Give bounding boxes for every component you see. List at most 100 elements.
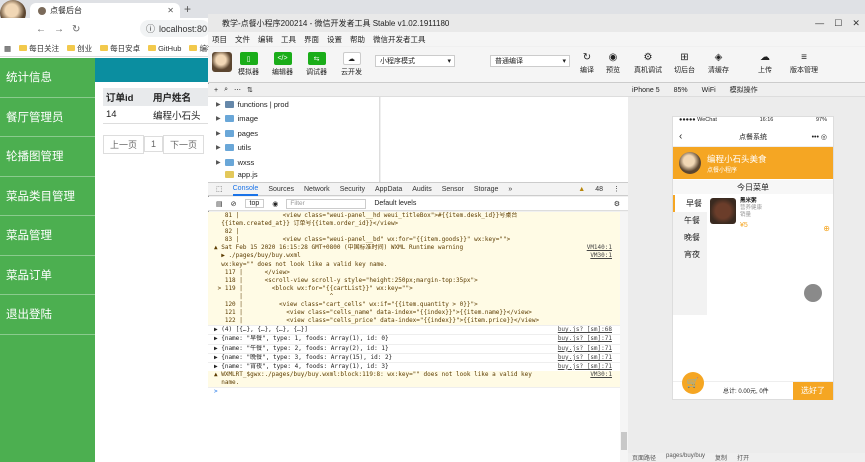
more-icon[interactable]: ⋯	[234, 86, 241, 94]
menu-tools[interactable]: 工具	[281, 34, 296, 45]
clear-cache-button[interactable]: ◈ 清缓存	[708, 52, 729, 75]
new-tab-icon[interactable]: +	[184, 2, 191, 16]
console-line[interactable]: ▶ {name: "宵夜", type: 4, foods: Array(1),…	[208, 361, 620, 371]
editor-area[interactable]	[381, 97, 628, 182]
compile-button[interactable]: ↻ 编译	[580, 52, 594, 75]
console-line[interactable]: | ^	[208, 292, 620, 302]
console-line[interactable]: ▶ ./pages/buy/buy.wxml VM30:1	[208, 252, 620, 261]
browser-tab[interactable]: 点餐后台 ✕	[30, 3, 180, 18]
filter-input[interactable]: Filter	[286, 198, 367, 209]
bookmark-item[interactable]: GitHub	[148, 44, 181, 53]
console-line[interactable]: wx:key="" does not look like a valid key…	[208, 260, 620, 269]
inspect-icon[interactable]: ⬚	[216, 185, 223, 193]
upload-button[interactable]: ☁ 上传	[758, 52, 772, 75]
menu-settings[interactable]: 设置	[327, 34, 342, 45]
copy-link[interactable]: 复制	[715, 453, 727, 462]
console-line[interactable]: ▲ Sat Feb 15 2020 16:15:28 GMT+0800 (中国标…	[208, 244, 620, 253]
console-line[interactable]: name.	[208, 378, 620, 387]
editor-button[interactable]: </> 编辑器	[272, 52, 293, 77]
console-line[interactable]: ▶ {name: "晚餐", type: 3, foods: Array(15)…	[208, 352, 620, 362]
open-link[interactable]: 打开	[737, 453, 749, 462]
sidebar-item-logout[interactable]: 退出登陆	[0, 295, 95, 335]
console-line[interactable]: ▲ WXMLRT_$gwx:./pages/buy/buy.wxml:block…	[208, 370, 620, 379]
settings-gear-icon[interactable]: ⚙	[614, 200, 628, 208]
tree-item[interactable]: ▶ image	[208, 112, 379, 127]
source-link[interactable]: buy.js? [sm]:71	[558, 345, 612, 353]
source-link[interactable]: VM30:1	[590, 371, 612, 379]
menu-view[interactable]: 界面	[304, 34, 319, 45]
tree-item[interactable]: ▶ wxss	[208, 155, 379, 170]
context-select[interactable]: top	[244, 199, 265, 208]
console-line[interactable]: ▶ {name: "午餐", type: 2, foods: Array(2),…	[208, 343, 620, 353]
bookmark-item[interactable]: 编程	[189, 43, 210, 54]
tab-appdata[interactable]: AppData	[375, 186, 402, 193]
forward-icon[interactable]: →	[54, 24, 64, 35]
checkout-button[interactable]: 选好了	[793, 381, 833, 400]
console-line[interactable]: 121 | <view class="cells_name" data-inde…	[208, 309, 620, 318]
address-bar[interactable]: ⓘ localhost:80	[140, 20, 210, 37]
close-window-icon[interactable]: ✕	[852, 18, 860, 29]
add-icon[interactable]: +	[214, 87, 218, 94]
kebab-menu-icon[interactable]: ⋮	[613, 185, 628, 193]
menu-project[interactable]: 项目	[212, 34, 227, 45]
console-line[interactable]: 118 | <scroll-view scroll-y style="heigh…	[208, 276, 620, 285]
project-avatar[interactable]	[212, 52, 232, 72]
category-item[interactable]: 宵夜	[673, 246, 707, 263]
tree-item[interactable]: ▶ functions | prod	[208, 97, 379, 112]
tab-network[interactable]: Network	[304, 186, 330, 193]
scroll-thumb[interactable]	[621, 432, 627, 450]
menu-devtool[interactable]: 微信开发者工具	[373, 34, 426, 45]
source-link[interactable]: VM140:1	[587, 244, 612, 252]
background-button[interactable]: ⊞ 切后台	[674, 52, 695, 75]
cart-icon[interactable]: 🛒	[682, 372, 704, 394]
console-line[interactable]: 82 |	[208, 228, 620, 237]
cloud-button[interactable]: ☁ 云开发	[341, 52, 362, 77]
reload-icon[interactable]: ↻	[72, 24, 80, 35]
sidebar-item-banner[interactable]: 轮播图管理	[0, 137, 95, 177]
sim-op-select[interactable]: 模拟操作	[730, 85, 758, 95]
bookmark-item[interactable]: 创业	[67, 43, 92, 54]
category-item[interactable]: 午餐	[673, 212, 707, 229]
apps-icon[interactable]: ▦	[4, 44, 11, 53]
split-icon[interactable]: ⇅	[247, 86, 253, 94]
menu-edit[interactable]: 编辑	[258, 34, 273, 45]
sidebar-toggle-icon[interactable]: ▤	[216, 200, 223, 208]
search-icon[interactable]: ⌕	[224, 86, 228, 94]
tab-console[interactable]: Console	[232, 182, 259, 196]
console-scrollbar[interactable]	[620, 212, 628, 462]
tab-sources[interactable]: Sources	[268, 186, 294, 193]
eye-icon[interactable]: ◉	[272, 200, 278, 208]
sidebar-item-restaurant-admin[interactable]: 餐厅管理员	[0, 98, 95, 137]
menu-file[interactable]: 文件	[235, 34, 250, 45]
bookmark-item[interactable]: 每日关注	[19, 43, 59, 54]
tab-storage[interactable]: Storage	[474, 186, 499, 193]
maximize-icon[interactable]: ☐	[834, 18, 842, 29]
sidebar-item-orders[interactable]: 菜品订单	[0, 256, 95, 295]
console-line[interactable]: ▶ {name: "早餐", type: 1, foods: Array(1),…	[208, 334, 620, 343]
minimize-icon[interactable]: —	[815, 18, 824, 28]
tab-sensor[interactable]: Sensor	[442, 186, 464, 193]
category-item[interactable]: 晚餐	[673, 229, 707, 246]
source-link[interactable]: buy.js? [sm]:71	[558, 354, 612, 362]
clear-console-icon[interactable]: ⊘	[231, 200, 237, 208]
tab-audits[interactable]: Audits	[412, 186, 431, 193]
preview-button[interactable]: ◉ 预览	[606, 52, 620, 75]
back-arrow-icon[interactable]: ‹	[679, 131, 682, 142]
back-icon[interactable]: ←	[36, 24, 46, 35]
simulator-button[interactable]: ▯ 模拟器	[238, 52, 259, 77]
capsule-menu-icon[interactable]: ••• ◎	[812, 133, 827, 141]
tree-item[interactable]: ▶ utils	[208, 141, 379, 156]
version-button[interactable]: ≡ 版本管理	[790, 52, 818, 75]
more-tabs-icon[interactable]: »	[508, 186, 512, 193]
compile-select[interactable]: 普通编译 ▾	[490, 55, 570, 67]
menu-help[interactable]: 帮助	[350, 34, 365, 45]
source-link[interactable]: buy.js? [sm]:71	[558, 335, 612, 343]
network-select[interactable]: WiFi	[702, 87, 716, 94]
console-line[interactable]: > 119 | <block wx:for="{{cartList}}" wx:…	[208, 284, 620, 293]
source-link[interactable]: VM30:1	[590, 252, 612, 260]
console-line[interactable]: 81 | <view class="weui-panel__hd weui_ti…	[208, 212, 620, 221]
source-link[interactable]: buy.js? [sm]:68	[558, 326, 612, 334]
close-tab-icon[interactable]: ✕	[167, 6, 174, 15]
device-select[interactable]: iPhone 5	[632, 87, 660, 94]
console-line[interactable]: 117 | </view>	[208, 268, 620, 277]
